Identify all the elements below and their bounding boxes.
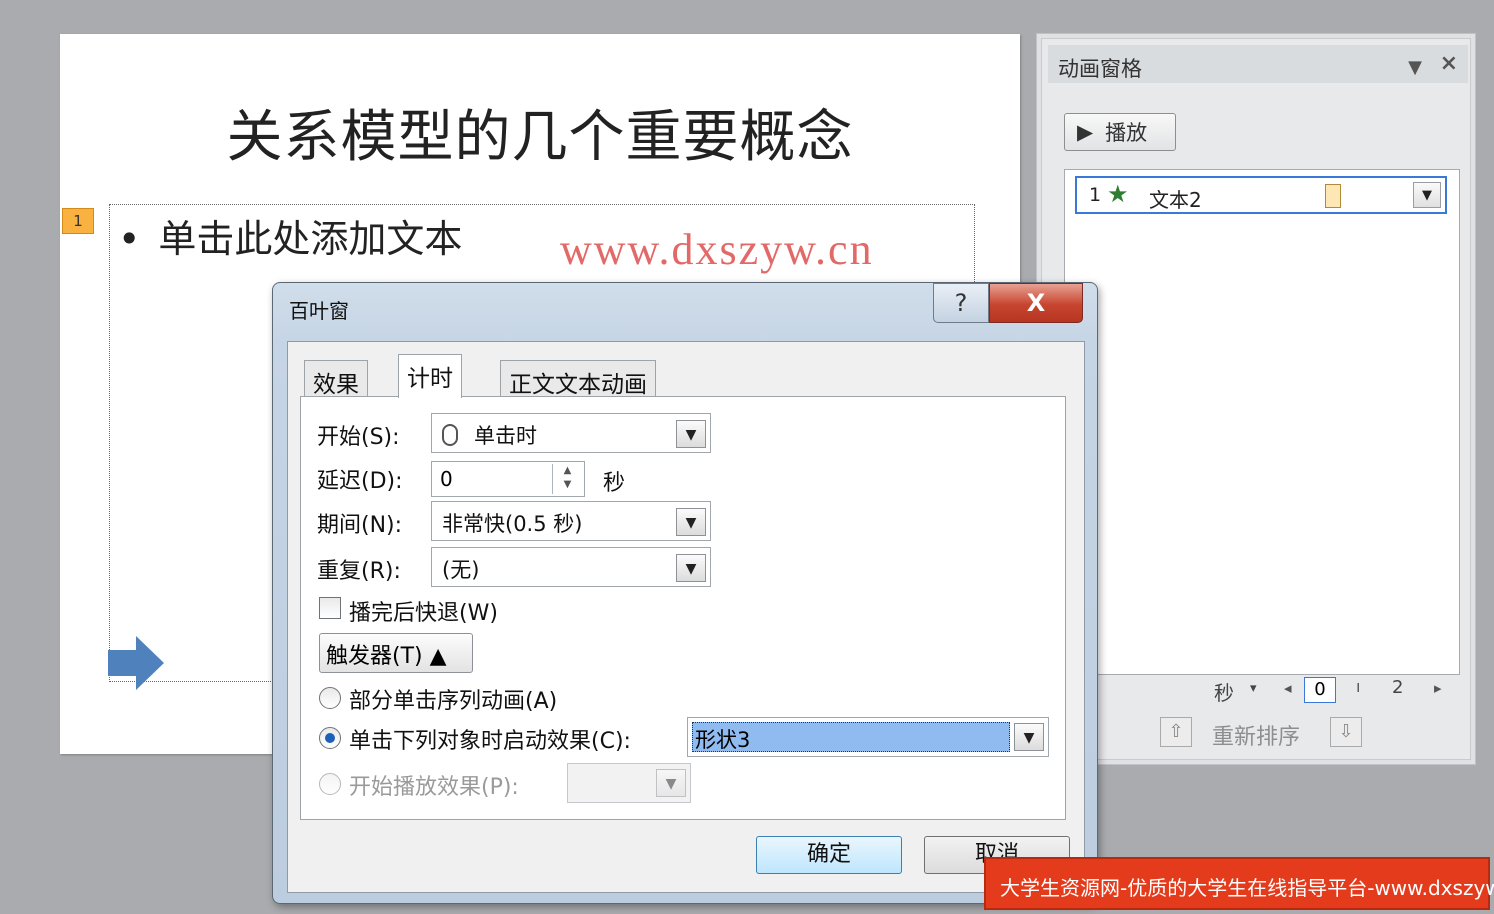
dialog-title: 百叶窗: [289, 299, 349, 323]
play-icon: ▶: [1077, 120, 1094, 144]
chevron-down-icon[interactable]: ▼: [676, 554, 706, 582]
timeline-ruler: 秒 ▾ ◂ 0 ı 2 ▸: [1102, 675, 1460, 705]
start-select[interactable]: 单击时 ▼: [431, 413, 711, 453]
timeline-right-arrow-icon[interactable]: ▸: [1434, 679, 1442, 697]
timeline-end: 2: [1392, 677, 1404, 698]
bullet-row[interactable]: • 单击此处添加文本: [118, 208, 462, 263]
reorder-label: 重新排序: [1212, 725, 1301, 750]
item-dropdown-icon[interactable]: ▼: [1413, 182, 1441, 208]
play-button[interactable]: ▶ 播放: [1064, 113, 1176, 151]
pane-menu-dropdown-icon[interactable]: ▼: [1408, 57, 1422, 78]
animation-order-tag[interactable]: 1: [62, 208, 94, 234]
radio-sequence[interactable]: [319, 687, 341, 709]
entrance-star-icon: ★: [1107, 180, 1129, 208]
trigger-button[interactable]: 触发器(T) ▲: [319, 633, 473, 673]
item-label: 文本2: [1149, 188, 1202, 212]
tab-text-animation[interactable]: 正文文本动画: [500, 360, 656, 398]
site-banner: 大学生资源网-优质的大学生在线指导平台-www.dxszyw.cn: [984, 857, 1494, 910]
timeline-unit-dropdown-icon[interactable]: ▾: [1250, 681, 1257, 696]
mouse-icon: [442, 424, 458, 446]
duration-select[interactable]: 非常快(0.5 秒) ▼: [431, 501, 711, 541]
spin-up-icon[interactable]: ▲: [553, 464, 582, 478]
radio-click-object-label[interactable]: 单击下列对象时启动效果(C):: [349, 723, 631, 755]
close-button[interactable]: X: [989, 283, 1083, 323]
trigger-object-select[interactable]: 形状3 ▼: [687, 717, 1049, 757]
pane-header: 动画窗格 ▼ ×: [1048, 45, 1468, 83]
move-up-icon[interactable]: ⇧: [1160, 717, 1192, 747]
reorder-controls: ⇧ 重新排序 ⇩: [1160, 715, 1400, 751]
pane-title: 动画窗格: [1058, 57, 1142, 81]
timeline-start[interactable]: 0: [1304, 677, 1336, 703]
tab-effect[interactable]: 效果: [304, 360, 368, 398]
chevron-down-icon[interactable]: ▼: [676, 508, 706, 536]
timing-panel: 开始(S): 单击时 ▼ 延迟(D): 0 ▲ ▼ 秒 期间(N): 非常快(0…: [300, 396, 1066, 820]
bullet-text: 单击此处添加文本: [158, 217, 463, 261]
spin-down-icon[interactable]: ▼: [553, 478, 582, 492]
delay-value: 0: [440, 467, 453, 491]
move-down-icon[interactable]: ⇩: [1330, 717, 1362, 747]
radio-sequence-label[interactable]: 部分单击序列动画(A): [349, 683, 557, 715]
animation-pane: 动画窗格 ▼ × ▶ 播放 1 ★ 文本2 ▼ 秒 ▾ ◂ 0 ı 2 ▸ ⇧ …: [1036, 33, 1476, 765]
timeline-tick: ı: [1356, 677, 1361, 696]
delay-label: 延迟(D):: [317, 469, 403, 494]
repeat-label: 重复(R):: [317, 559, 401, 584]
repeat-select[interactable]: (无) ▼: [431, 547, 711, 587]
chevron-down-icon[interactable]: ▼: [656, 769, 686, 797]
start-label: 开始(S):: [317, 425, 400, 450]
timeline-unit[interactable]: 秒: [1214, 677, 1234, 706]
repeat-value: (无): [442, 558, 480, 582]
radio-play-effect-label[interactable]: 开始播放效果(P):: [349, 769, 519, 801]
play-label: 播放: [1105, 121, 1148, 145]
chevron-down-icon[interactable]: ▼: [1014, 723, 1044, 751]
item-number: 1: [1089, 184, 1102, 206]
dialog-body: 效果 计时 正文文本动画 开始(S): 单击时 ▼ 延迟(D): 0 ▲ ▼ 秒…: [287, 341, 1085, 893]
animation-list[interactable]: 1 ★ 文本2 ▼: [1064, 169, 1460, 675]
timeline-left-arrow-icon[interactable]: ◂: [1284, 679, 1292, 697]
blinds-effect-dialog: 百叶窗 ? X 效果 计时 正文文本动画 开始(S): 单击时 ▼ 延迟(D):…: [272, 282, 1098, 904]
slide-title[interactable]: 关系模型的几个重要概念: [60, 92, 1020, 173]
delay-spinner[interactable]: 0 ▲ ▼: [431, 461, 585, 497]
tab-timing[interactable]: 计时: [398, 354, 462, 398]
radio-click-object[interactable]: [319, 727, 341, 749]
help-button[interactable]: ?: [933, 283, 989, 323]
rewind-checkbox[interactable]: [319, 597, 341, 619]
timing-bar[interactable]: [1325, 184, 1341, 208]
arrow-shape-icon[interactable]: [108, 636, 166, 690]
animation-list-item[interactable]: 1 ★ 文本2 ▼: [1075, 176, 1447, 214]
radio-play-effect[interactable]: [319, 773, 341, 795]
spin-arrows-icon[interactable]: ▲ ▼: [552, 464, 582, 494]
delay-unit: 秒: [603, 471, 626, 496]
bookmark-select[interactable]: ▼: [567, 763, 691, 803]
site-watermark: www.dxszyw.cn: [560, 225, 874, 274]
ok-button[interactable]: 确定: [756, 836, 902, 874]
pane-close-icon[interactable]: ×: [1440, 51, 1458, 76]
duration-label: 期间(N):: [317, 513, 403, 538]
rewind-label[interactable]: 播完后快退(W): [349, 595, 498, 627]
start-value: 单击时: [474, 424, 537, 448]
pane-frame: 动画窗格 ▼ × ▶ 播放 1 ★ 文本2 ▼ 秒 ▾ ◂ 0 ı 2 ▸ ⇧ …: [1041, 38, 1471, 760]
bullet-icon: •: [118, 217, 141, 261]
duration-value: 非常快(0.5 秒): [442, 512, 583, 536]
trigger-object-value: 形状3: [692, 722, 1010, 752]
chevron-down-icon[interactable]: ▼: [676, 420, 706, 448]
